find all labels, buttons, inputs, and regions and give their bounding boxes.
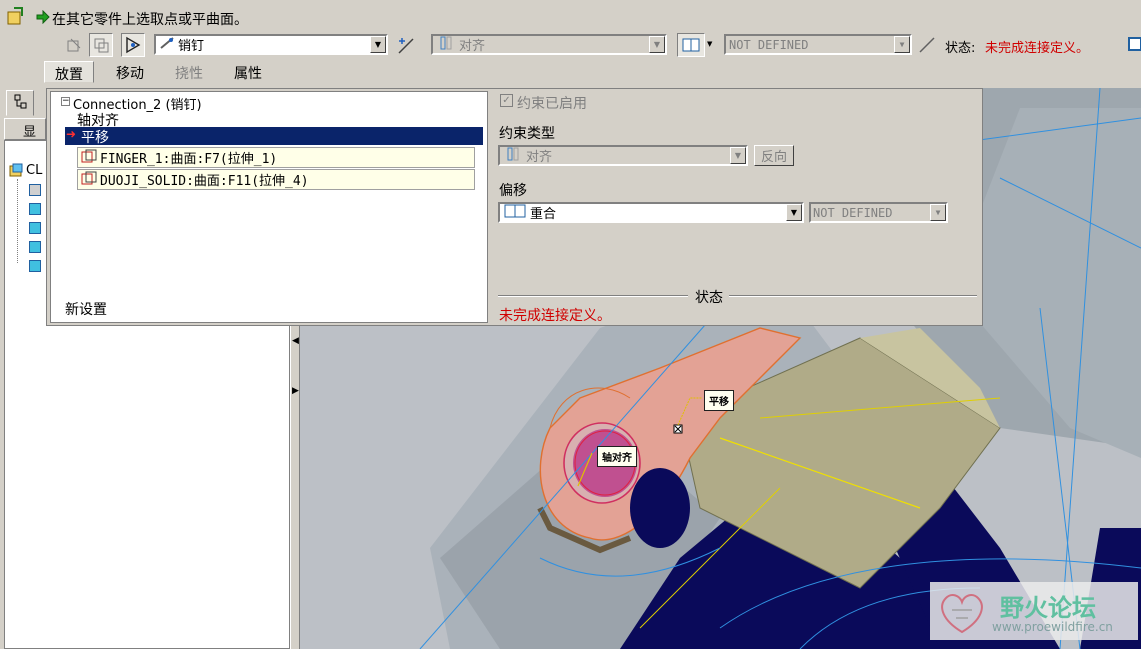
- prompt-message: 在其它零件上选取点或平曲面。: [52, 12, 248, 28]
- coincident-icon[interactable]: [677, 33, 705, 57]
- tab-properties[interactable]: 属性: [224, 61, 272, 83]
- flip-direction-icon[interactable]: [396, 36, 416, 56]
- constraint-type-select: 对齐 ▼: [431, 34, 667, 55]
- component-icon: [6, 6, 26, 26]
- constraint-icon[interactable]: [89, 33, 113, 57]
- status-heading: 状态: [695, 290, 723, 306]
- constraint-enabled-checkbox: ✓: [500, 94, 513, 107]
- offset-label: 偏移: [499, 183, 527, 199]
- panel-status-text: 未完成连接定义。: [499, 308, 611, 324]
- part-icon[interactable]: [29, 203, 41, 215]
- tab-move[interactable]: 移动: [106, 61, 154, 83]
- new-set-link[interactable]: 新设置: [65, 299, 107, 319]
- user-defined-icon[interactable]: [62, 33, 86, 57]
- chevron-down-icon[interactable]: ▼: [707, 40, 712, 48]
- connection-type-value: 销钉: [178, 39, 205, 54]
- tree-icon: [14, 94, 27, 109]
- placement-panel: − Connection_2 (销钉) 轴对齐 ➜ 平移 FINGER_1:曲面…: [46, 88, 983, 326]
- connection-icon[interactable]: [121, 33, 145, 57]
- part-icon[interactable]: [29, 260, 41, 272]
- constraint-type-value: 对齐: [459, 39, 486, 54]
- panel-constraint-type-value: 对齐: [526, 150, 553, 165]
- watermark-url: www.proewildfire.cn: [992, 620, 1113, 634]
- panel-offset-value-select: NOT DEFINED ▼: [809, 202, 948, 223]
- collapse-left-icon[interactable]: ◀: [292, 336, 299, 346]
- axis-align-callout: 轴对齐: [597, 446, 637, 467]
- part-icon[interactable]: [29, 241, 41, 253]
- chevron-down-icon[interactable]: ▼: [786, 204, 802, 221]
- surface-ref-icon: [78, 171, 100, 189]
- constraint-translate-row[interactable]: ➜ 平移: [65, 127, 483, 146]
- translate-callout: 平移: [704, 390, 734, 411]
- reference-1: FINGER_1:曲面:F7(拉伸_1): [100, 152, 278, 167]
- part-icon[interactable]: [29, 222, 41, 234]
- panel-offset-value: NOT DEFINED: [813, 205, 893, 220]
- constraint-translate: 平移: [81, 130, 109, 146]
- collapse-icon[interactable]: −: [61, 97, 70, 106]
- tab-placement[interactable]: 放置: [44, 61, 94, 83]
- chevron-down-icon: ▼: [930, 204, 946, 221]
- assembly-icon: [9, 163, 23, 177]
- reference-row-1[interactable]: FINGER_1:曲面:F7(拉伸_1): [77, 147, 475, 168]
- offset-type-value: 重合: [530, 207, 557, 222]
- offset-value-select: NOT DEFINED ▼: [724, 34, 912, 55]
- connection-type-select[interactable]: 销钉 ▼: [154, 34, 388, 55]
- chevron-down-icon: ▼: [649, 36, 665, 53]
- status-divider-left: [498, 295, 688, 297]
- tab-flexibility: 挠性: [175, 66, 203, 82]
- status-divider-right: [729, 295, 977, 297]
- flip-button: 反向: [754, 145, 794, 166]
- watermark: 野火论坛 www.proewildfire.cn: [930, 582, 1138, 640]
- watermark-title: 野火论坛: [1000, 594, 1096, 622]
- component-placement-dashboard: 在其它零件上选取点或平曲面。 销钉 ▼ 对齐 ▼ ▼ NOT DEFINED ▼…: [0, 0, 1141, 88]
- tree-connector: [17, 179, 18, 263]
- offset-type-select[interactable]: 重合 ▼: [498, 202, 804, 223]
- chevron-down-icon[interactable]: ▼: [370, 36, 386, 53]
- panel-constraint-type-select: 对齐 ▼: [498, 145, 748, 166]
- constraint-list: − Connection_2 (销钉) 轴对齐 ➜ 平移 FINGER_1:曲面…: [50, 91, 488, 323]
- prompt-arrow-icon: [36, 9, 50, 25]
- offset-value: NOT DEFINED: [729, 37, 809, 52]
- status-icon: [918, 36, 936, 54]
- align-icon: [500, 147, 526, 164]
- heart-logo-icon: [941, 594, 983, 634]
- show-button[interactable]: 显示: [4, 118, 46, 140]
- reference-2: DUOJI_SOLID:曲面:F11(拉伸_4): [100, 174, 309, 189]
- show-button-label: 显示: [23, 125, 37, 140]
- model-tree-tab[interactable]: [6, 90, 34, 116]
- status-label: 状态:: [945, 41, 976, 56]
- window-icon[interactable]: [1128, 36, 1141, 52]
- panel-splitter[interactable]: ◀ ▶: [290, 326, 300, 649]
- expand-right-icon[interactable]: ▶: [292, 386, 299, 396]
- coincident-icon: [500, 204, 530, 221]
- constraint-type-label: 约束类型: [499, 126, 555, 142]
- status-text: 未完成连接定义。: [985, 41, 1090, 56]
- flip-button-label: 反向: [760, 150, 787, 165]
- red-arrow-icon: ➜: [66, 127, 77, 141]
- constraint-enabled-label: 约束已启用: [517, 96, 587, 112]
- part-icon[interactable]: [29, 184, 41, 196]
- chevron-down-icon: ▼: [894, 36, 910, 53]
- tree-root-label[interactable]: CL: [26, 163, 42, 178]
- surface-ref-icon: [78, 149, 100, 167]
- align-icon: [433, 36, 459, 53]
- reference-row-2[interactable]: DUOJI_SOLID:曲面:F11(拉伸_4): [77, 169, 475, 190]
- chevron-down-icon: ▼: [730, 147, 746, 164]
- pin-icon: [156, 36, 178, 53]
